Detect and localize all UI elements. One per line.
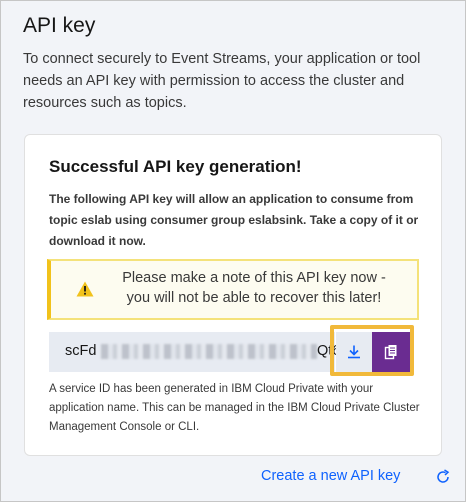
api-key-prefix: scFd: [65, 343, 97, 359]
api-key-panel: API key To connect securely to Event Str…: [0, 0, 466, 502]
api-key-result-card: Successful API key generation! The follo…: [24, 134, 442, 456]
api-key-redaction: [101, 344, 317, 359]
download-button[interactable]: [336, 332, 372, 372]
service-id-note: A service ID has been generated in IBM C…: [49, 383, 420, 433]
card-description: The following API key will allow an appl…: [49, 192, 419, 248]
create-new-api-key-link[interactable]: Create a new API key: [261, 468, 400, 484]
copy-button[interactable]: [372, 332, 410, 372]
api-key-field[interactable]: scFd Qt6: [49, 332, 340, 372]
download-icon: [348, 345, 360, 359]
warning-notification: Please make a note of this API key now -…: [47, 259, 419, 320]
warning-icon: [76, 281, 94, 297]
page-title: API key: [23, 14, 96, 37]
api-key-row: scFd Qt6: [49, 325, 415, 376]
copy-icon: [384, 345, 397, 360]
card-title: Successful API key generation!: [49, 157, 302, 176]
warning-text: Please make a note of this API key now -…: [122, 270, 386, 306]
intro-text: To connect securely to Event Streams, yo…: [23, 51, 421, 111]
refresh-icon[interactable]: [435, 469, 451, 485]
